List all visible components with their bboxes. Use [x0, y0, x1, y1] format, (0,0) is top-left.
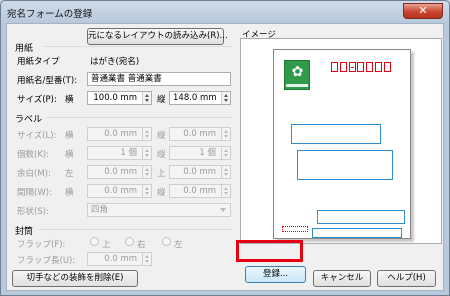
label-separator — [47, 117, 233, 118]
label-size-label: サイズ(L): — [17, 131, 57, 141]
restore-layout-button[interactable]: 元になるレイアウトの読み込み(R)... — [87, 28, 228, 45]
label-margin-t-spinner — [221, 166, 230, 178]
paper-section-title: 用紙 — [15, 44, 34, 54]
paper-name-field[interactable]: 普通業書 普通業書 — [87, 72, 231, 86]
name-frame — [297, 150, 393, 180]
label-gap-w-value: 0.0 mm — [104, 186, 137, 196]
label-count-h-spinner — [221, 147, 230, 159]
label-size-h-input: 0.0 mm — [169, 127, 231, 141]
flap-radio-right — [125, 237, 134, 246]
flap-length-value: 0.0 mm — [104, 254, 137, 264]
label-margin-l-value: 0.0 mm — [104, 167, 137, 177]
label-count-h-label: 縦 — [157, 150, 166, 160]
label-size-w-label: 横 — [65, 131, 74, 141]
sender-name-frame — [312, 228, 402, 238]
stamp-image: ✿ — [284, 60, 310, 90]
label-count-label: 個数(K): — [17, 150, 50, 160]
label-count-h-value: 1 個 — [199, 148, 216, 158]
dialog-body: 元になるレイアウトの読み込み(R)... 用紙 用紙タイプ はがき(宛名) 用紙… — [6, 23, 444, 291]
label-margin-l-spinner — [142, 166, 151, 178]
label-gap-w-input: 0.0 mm — [87, 184, 152, 198]
label-margin-t-input: 0.0 mm — [169, 165, 231, 179]
flap-radio-top — [90, 237, 99, 246]
label-gap-label: 間隔(W): — [17, 188, 52, 198]
title-bar: 宛名フォームの登録 ✕ — [1, 1, 449, 23]
label-size-w-spinner — [142, 128, 151, 140]
paper-width-spinner[interactable] — [142, 92, 151, 104]
paper-width-label: 横 — [65, 95, 74, 105]
paper-height-input[interactable]: 148.0 mm — [169, 91, 231, 105]
label-size-w-value: 0.0 mm — [104, 129, 137, 139]
zip-box — [375, 62, 382, 72]
envelope-section-title: 封筒 — [15, 227, 34, 237]
paper-type-label: 用紙タイプ — [17, 57, 60, 67]
zip-box — [331, 62, 338, 72]
label-size-h-value: 0.0 mm — [183, 129, 216, 139]
delete-decoration-button[interactable]: 切手などの装飾を削除(E) — [12, 270, 138, 287]
label-shape-value: 四角 — [91, 205, 109, 215]
paper-width-value: 100.0 mm — [93, 93, 137, 103]
label-count-w-spinner — [142, 147, 151, 159]
zip-dash — [351, 67, 354, 68]
label-gap-h-input: 0.0 mm — [169, 184, 231, 198]
label-gap-h-label: 縦 — [157, 188, 166, 198]
envelope-separator — [39, 229, 233, 230]
paper-width-input[interactable]: 100.0 mm — [87, 91, 152, 105]
label-margin-t-value: 0.0 mm — [183, 167, 216, 177]
zip-box — [340, 62, 347, 72]
register-highlight — [236, 240, 303, 262]
label-margin-l-input: 0.0 mm — [87, 165, 152, 179]
label-size-w-input: 0.0 mm — [87, 127, 152, 141]
paper-type-value: はがき(宛名) — [90, 57, 140, 67]
paper-height-spinner[interactable] — [221, 92, 230, 104]
label-gap-w-label: 横 — [65, 188, 74, 198]
sender-address-frame — [317, 210, 405, 224]
chevron-down-icon — [220, 208, 226, 212]
paper-name-label: 用紙名/型番(T): — [17, 76, 78, 86]
flap-radio-left — [162, 237, 171, 246]
label-gap-h-value: 0.0 mm — [183, 186, 216, 196]
paper-height-value: 148.0 mm — [173, 93, 217, 103]
register-button[interactable]: 登録... — [245, 266, 306, 283]
label-gap-h-spinner — [221, 185, 230, 197]
zip-box — [384, 62, 391, 72]
preview-panel: ✿ — [240, 38, 442, 244]
label-count-w-input: 1 個 — [87, 146, 152, 160]
label-count-h-input: 1 個 — [169, 146, 231, 160]
zip-box — [366, 62, 373, 72]
flap-length-spinner — [142, 253, 151, 265]
paper-separator — [43, 46, 233, 47]
postcard-preview: ✿ — [273, 49, 411, 239]
label-section-title: ラベル — [15, 115, 43, 125]
paper-size-label: サイズ(P): — [17, 95, 57, 105]
flap-length-label: フラップ長(U): — [17, 256, 76, 266]
zip-box — [357, 62, 364, 72]
close-button[interactable]: ✕ — [403, 3, 443, 19]
label-size-h-label: 縦 — [157, 131, 166, 141]
sender-zip-frame — [282, 226, 308, 232]
window-title: 宛名フォームの登録 — [7, 9, 93, 20]
label-count-w-value: 1 個 — [120, 148, 137, 158]
dialog-window: 宛名フォームの登録 ✕ 元になるレイアウトの読み込み(R)... 用紙 用紙タイ… — [0, 0, 450, 296]
label-margin-t-label: 上 — [157, 169, 166, 179]
paper-height-label: 縦 — [157, 95, 166, 105]
label-margin-l-label: 左 — [65, 169, 74, 179]
flap-option-top: 上 — [102, 240, 111, 250]
label-margin-label: 余白(M): — [17, 169, 51, 179]
stamp-caption — [286, 84, 308, 87]
flap-label: フラップ(F): — [17, 240, 66, 250]
cancel-button[interactable]: キャンセル — [313, 270, 371, 287]
label-count-w-label: 横 — [65, 150, 74, 160]
help-button[interactable]: ヘルプ(H) — [377, 270, 436, 287]
address-frame — [291, 124, 381, 144]
label-size-h-spinner — [221, 128, 230, 140]
flap-option-left: 左 — [174, 240, 183, 250]
label-shape-label: 形状(S): — [17, 207, 49, 217]
label-gap-w-spinner — [142, 185, 151, 197]
flower-icon: ✿ — [291, 64, 304, 80]
label-shape-select: 四角 — [87, 203, 231, 217]
flap-length-input: 0.0 mm — [87, 252, 152, 266]
flap-option-right: 右 — [137, 240, 146, 250]
